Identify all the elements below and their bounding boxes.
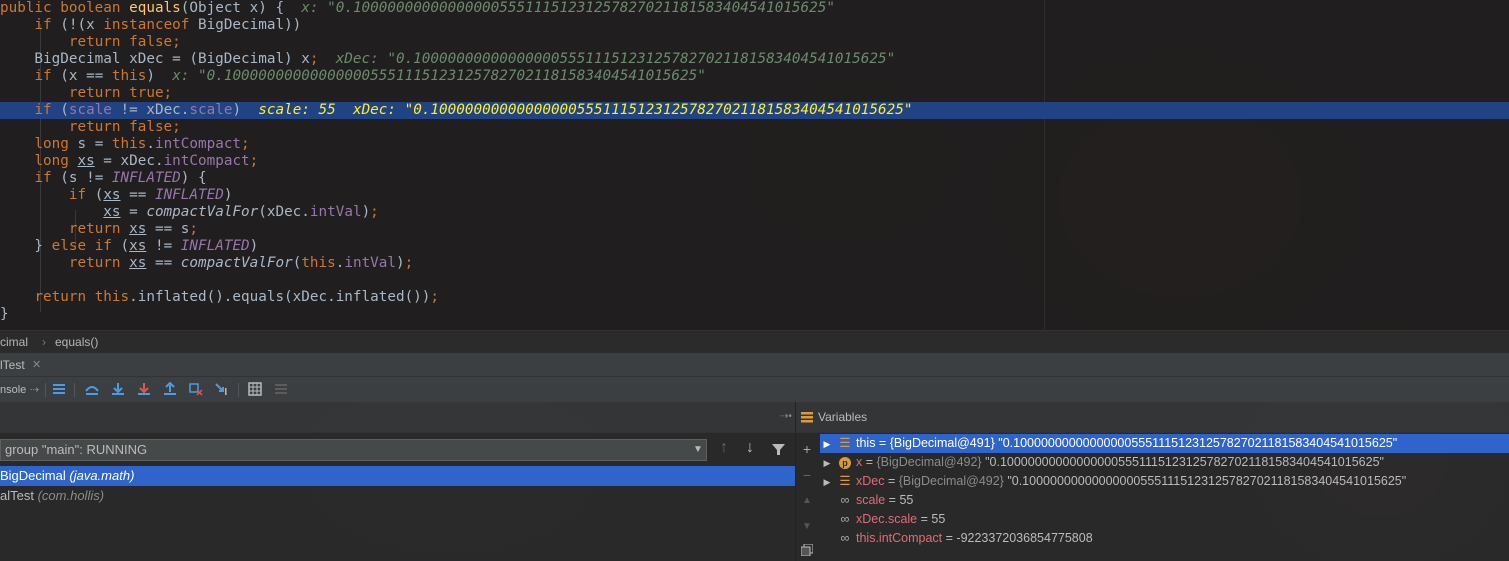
run-to-cursor-icon[interactable] <box>215 382 229 396</box>
code-line-18: return this.inflated().equals(xDec.infla… <box>34 289 439 305</box>
inline-value-x: x: "0.1000000000000000055511151231257827… <box>301 0 835 16</box>
add-watch-icon[interactable]: + <box>800 442 814 456</box>
code-line-19: } <box>0 306 9 322</box>
code-line-14: return xs == s; <box>68 221 199 237</box>
variables-icon <box>801 412 813 423</box>
trace-icon[interactable] <box>274 382 288 396</box>
code-line-9: long s = this.intCompact; <box>34 136 250 152</box>
variable-row-x[interactable]: ▶ p x = {BigDecimal@492} "0.10000000000000… <box>820 453 1509 472</box>
code-line-10: long xs = xDec.intCompact; <box>34 153 259 169</box>
expand-arrow-icon[interactable]: ▶ <box>820 473 834 492</box>
thread-selector[interactable]: group "main": RUNNING ▼ <box>0 439 707 461</box>
copy-icon[interactable] <box>801 544 813 556</box>
expand-arrow-icon[interactable]: ▶ <box>820 454 834 473</box>
step-out-icon[interactable] <box>163 382 177 396</box>
variable-row-this[interactable]: ▶ ☰ this = {BigDecimal@491} "0.10000000000… <box>820 434 1509 453</box>
breadcrumb-method[interactable]: equals() <box>55 331 98 353</box>
watch-icon: ∞ <box>840 493 850 507</box>
inline-value-xdec-hl: xDec: "0.1000000000000000055511151231257… <box>352 102 913 118</box>
field-icon: ☰ <box>839 474 851 488</box>
variables-header: Variables <box>796 402 1509 433</box>
field-icon: ☰ <box>839 436 851 450</box>
breadcrumb-separator-icon: › <box>42 335 46 349</box>
code-editor[interactable]: public boolean equals(Object x) { x: "0.… <box>0 0 1509 330</box>
watch-icon: ∞ <box>840 531 850 545</box>
variable-row-intcompact[interactable]: ∞ this.intCompact = -9223372036854775808 <box>820 529 1509 548</box>
breadcrumb: cimal › equals() <box>0 330 1509 353</box>
current-execution-line: if (scale != xDec.scale) scale: 55 xDec:… <box>0 102 1509 119</box>
code-line-2: if (!(x instanceof BigDecimal)) <box>34 17 302 33</box>
code-line-1: public boolean equals(Object x) { x: "0.… <box>0 0 835 16</box>
code-line-12: if (xs == INFLATED) <box>68 187 233 203</box>
code-line-8: return false; <box>68 119 181 135</box>
inline-value-x2: x: "0.1000000000000000055511151231257827… <box>172 68 706 84</box>
move-up-icon[interactable]: ▲ <box>800 494 814 508</box>
thread-label: group "main": RUNNING <box>5 442 148 457</box>
expand-arrow-icon[interactable]: ▶ <box>820 435 834 454</box>
parameter-icon: p <box>838 453 852 472</box>
run-tab-bar: lTest ✕ <box>0 352 1509 377</box>
variables-title: Variables <box>818 410 868 424</box>
code-line-15: } else if (xs != INFLATED) <box>0 238 259 254</box>
variables-pane: Variables + − ▲ ▼ ▶ ☰ this = {BigDecimal@4… <box>796 402 1509 561</box>
watch-icon: ∞ <box>840 512 850 526</box>
variable-row-xdec-scale[interactable]: ∞ xDec.scale = 55 <box>820 510 1509 529</box>
pin-icon[interactable]: ⇢• <box>780 402 792 432</box>
run-tab[interactable]: lTest <box>0 353 25 377</box>
force-step-into-icon[interactable] <box>137 382 151 396</box>
code-line-13: xs = compactValFor(xDec.intVal); <box>103 204 379 220</box>
pane-divider[interactable] <box>795 402 796 561</box>
frame-row[interactable]: alTest (com.hollis) <box>0 486 795 506</box>
evaluate-expression-icon[interactable] <box>248 382 262 396</box>
right-margin-line <box>1044 0 1045 330</box>
frame-row[interactable]: BigDecimal (java.math) <box>0 466 795 486</box>
move-down-icon[interactable]: ▼ <box>800 520 814 534</box>
frames-pane: ⇢• group "main": RUNNING ▼ ↑ ↓ BigDecima… <box>0 402 795 561</box>
drop-frame-icon[interactable] <box>189 382 203 396</box>
inline-value-xdec: xDec: "0.1000000000000000055511151231257… <box>335 51 896 67</box>
step-over-icon[interactable] <box>85 382 99 396</box>
code-line-11: if (s != INFLATED) { <box>34 170 207 186</box>
previous-frame-icon[interactable]: ↑ <box>720 439 728 457</box>
debug-toolbar: nsole ⇢ <box>0 376 1509 403</box>
breadcrumb-class[interactable]: cimal <box>0 331 28 353</box>
chevron-down-icon[interactable]: ▼ <box>693 440 703 460</box>
next-frame-icon[interactable]: ↓ <box>746 439 754 457</box>
inline-value-scale: scale: 55 <box>258 102 336 118</box>
close-tab-icon[interactable]: ✕ <box>32 353 41 377</box>
code-line-3: return false; <box>68 34 181 50</box>
variable-row-xdec[interactable]: ▶ ☰ xDec = {BigDecimal@492} "0.10000000000… <box>820 472 1509 491</box>
code-line-16: return xs == compactValFor(this.intVal); <box>68 255 414 271</box>
frames-header: ⇢• <box>0 402 795 433</box>
code-line-4: BigDecimal xDec = (BigDecimal) x; xDec: … <box>0 51 896 67</box>
remove-watch-icon[interactable]: − <box>800 468 814 482</box>
console-tab[interactable]: nsole <box>0 377 26 403</box>
code-line-5: if (x == this) x: "0.1000000000000000055… <box>34 68 706 84</box>
code-line-6: return true; <box>68 85 173 101</box>
pin-icon[interactable]: ⇢ <box>30 377 39 403</box>
variable-row-scale[interactable]: ∞ scale = 55 <box>820 491 1509 510</box>
filter-icon[interactable] <box>772 443 785 456</box>
show-execution-point-icon[interactable] <box>52 382 66 396</box>
step-into-icon[interactable] <box>111 382 125 396</box>
